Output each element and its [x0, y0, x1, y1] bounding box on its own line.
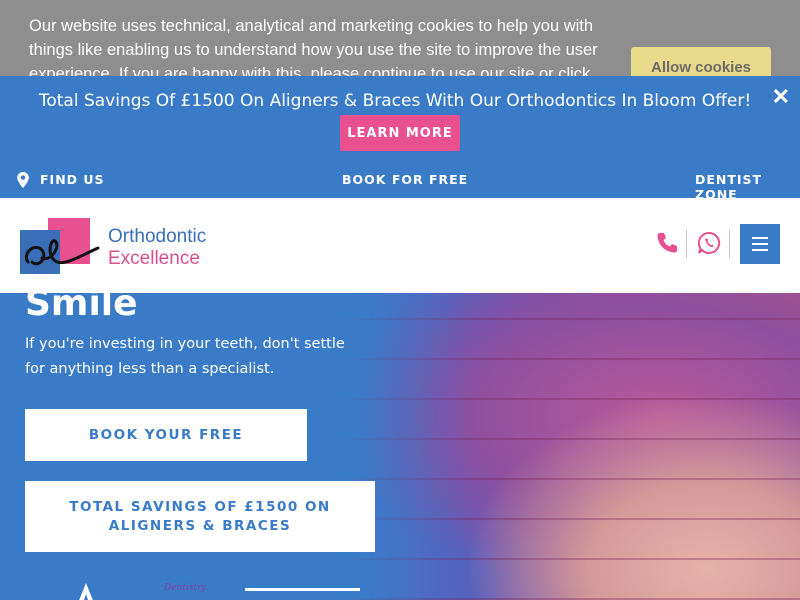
- site-header: Orthodontic Excellence: [0, 198, 800, 293]
- promo-text: Total Savings Of £1500 On Aligners & Bra…: [38, 91, 752, 111]
- utility-nav: FIND US BOOK FOR FREE DENTIST ZONE: [0, 162, 800, 202]
- hero-title: Smile: [25, 293, 138, 324]
- menu-icon-bar: [752, 243, 768, 245]
- hero-photo: [330, 293, 800, 600]
- header-divider: [686, 230, 687, 258]
- close-icon[interactable]: ✕: [772, 84, 790, 110]
- header-divider: [729, 230, 730, 258]
- savings-offer-button[interactable]: TOTAL SAVINGS OF £1500 ON ALIGNERS & BRA…: [25, 481, 375, 552]
- accreditation-a-icon: [79, 583, 93, 600]
- promo-bar: Total Savings Of £1500 On Aligners & Bra…: [0, 76, 800, 162]
- logo-line1: Orthodontic: [108, 226, 207, 247]
- map-pin-icon: [17, 172, 29, 188]
- logo-line2: Excellence: [108, 248, 200, 269]
- logo-mark-icon[interactable]: [20, 218, 100, 274]
- award-badge: [245, 588, 360, 591]
- hero-subtitle: If you're investing in your teeth, don't…: [25, 336, 345, 377]
- find-us-link[interactable]: FIND US: [40, 172, 105, 187]
- whatsapp-icon[interactable]: [697, 231, 721, 255]
- phone-icon[interactable]: [655, 231, 679, 255]
- accreditation-badges: Dentistry: [60, 583, 380, 600]
- menu-icon-bar: [752, 237, 768, 239]
- logo-text[interactable]: Orthodontic Excellence: [108, 226, 206, 270]
- learn-more-button[interactable]: LEARN MORE: [340, 115, 460, 151]
- book-for-free-link[interactable]: BOOK FOR FREE: [342, 172, 468, 187]
- menu-icon-bar: [752, 249, 768, 251]
- menu-button[interactable]: [740, 224, 780, 264]
- book-consultation-button[interactable]: BOOK YOUR FREE CONSULTATION: [25, 409, 307, 495]
- dentistry-badge: Dentistry: [164, 583, 207, 593]
- hero-section: Smile If you're investing in your teeth,…: [0, 293, 800, 600]
